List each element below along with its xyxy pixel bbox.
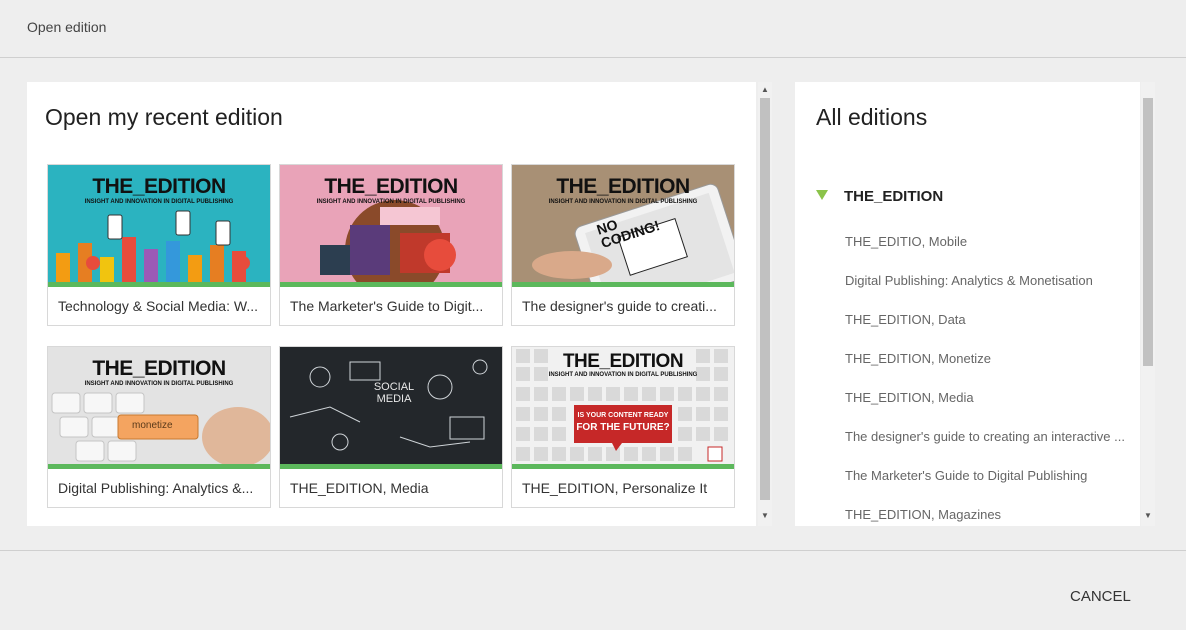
tree-root-label: THE_EDITION — [844, 188, 944, 205]
recent-editions-scrollbar[interactable]: ▲ ▼ — [758, 82, 772, 526]
thumbnail-accent-bar — [280, 464, 502, 469]
edition-logo: THE_EDITION — [562, 351, 684, 372]
expand-caret-icon[interactable] — [816, 190, 828, 200]
edition-card-title: THE_EDITION, Personalize It — [522, 480, 708, 496]
editions-tree-root[interactable]: THE_EDITION — [816, 188, 943, 205]
thumbnail-accent-bar — [48, 282, 270, 287]
scroll-thumb[interactable] — [1143, 98, 1153, 366]
edition-list-item[interactable]: THE_EDITION, Data — [845, 312, 1125, 327]
edition-card[interactable]: THE_EDITION INSIGHT AND INNOVATION IN DI… — [47, 346, 271, 508]
thumbnail-accent-bar — [512, 282, 734, 287]
edition-tagline: INSIGHT AND INNOVATION IN DIGITAL PUBLIS… — [548, 372, 698, 378]
thumbnail-accent-bar — [48, 464, 270, 469]
edition-tagline: INSIGHT AND INNOVATION IN DIGITAL PUBLIS… — [548, 199, 698, 205]
thumbnail-accent-bar — [280, 282, 502, 287]
edition-card[interactable]: THE_EDITION INSIGHT AND INNOVATION IN DI… — [511, 164, 735, 326]
chalkboard-illustration — [289, 359, 488, 451]
scroll-down-arrow-icon[interactable]: ▼ — [1144, 512, 1152, 520]
thumbnail-accent-bar — [512, 464, 734, 469]
edition-card[interactable]: THE_EDITION INSIGHT AND INNOVATION IN DI… — [511, 346, 735, 508]
edition-thumbnail: THE_EDITION INSIGHT AND INNOVATION IN DI… — [512, 347, 734, 464]
mobile-hands-illustration — [56, 210, 250, 282]
scroll-down-arrow-icon[interactable]: ▼ — [761, 512, 769, 520]
recent-editions-panel: Open my recent edition THE_EDITION INSIG… — [27, 82, 756, 526]
edition-card[interactable]: THE_EDITION INSIGHT AND INNOVATION IN DI… — [279, 164, 503, 326]
scroll-up-arrow-icon[interactable]: ▲ — [761, 86, 769, 94]
edition-thumbnail: THE_EDITION INSIGHT AND INNOVATION IN DI… — [512, 165, 734, 282]
edition-list-item[interactable]: THE_EDITION, Monetize — [845, 351, 1125, 366]
recent-editions-heading: Open my recent edition — [45, 104, 283, 130]
dialog-title: Open edition — [27, 19, 107, 35]
future-line-1: IS YOUR CONTENT READY — [577, 412, 669, 419]
social-media-label: SOCIAL MEDIA — [373, 381, 415, 405]
edition-card[interactable]: SOCIAL MEDIA THE_EDITION, Media — [279, 346, 503, 508]
scroll-thumb[interactable] — [760, 98, 770, 500]
edition-thumbnail: SOCIAL MEDIA — [280, 347, 502, 464]
future-line-2: FOR THE FUTURE? — [576, 422, 670, 433]
cancel-button[interactable]: CANCEL — [1060, 586, 1141, 607]
monetize-key-label: monetize — [132, 420, 173, 431]
edition-card-title: The designer's guide to creati... — [522, 298, 717, 314]
edition-card-title: THE_EDITION, Media — [290, 480, 429, 496]
edition-thumbnail: THE_EDITION INSIGHT AND INNOVATION IN DI… — [280, 165, 502, 282]
edition-card[interactable]: THE_EDITION INSIGHT AND INNOVATION IN DI… — [47, 164, 271, 326]
edition-logo: THE_EDITION — [556, 175, 690, 198]
edition-list-item[interactable]: THE_EDITION, Media — [845, 390, 1125, 405]
edition-thumbnail: THE_EDITION INSIGHT AND INNOVATION IN DI… — [48, 165, 270, 282]
edition-thumbnail: THE_EDITION INSIGHT AND INNOVATION IN DI… — [48, 347, 270, 464]
edition-list-item[interactable]: The designer's guide to creating an inte… — [845, 429, 1125, 444]
edition-list-item[interactable]: THE_EDITION, Magazines — [845, 507, 1125, 522]
all-editions-scrollbar[interactable]: ▼ — [1141, 82, 1155, 526]
footer-divider — [0, 550, 1186, 551]
edition-list-item[interactable]: Digital Publishing: Analytics & Monetisa… — [845, 273, 1125, 288]
edition-card-title: Technology & Social Media: W... — [58, 298, 258, 314]
edition-list-item[interactable]: THE_EDITIO, Mobile — [845, 234, 1125, 249]
edition-tagline: INSIGHT AND INNOVATION IN DIGITAL PUBLIS… — [84, 381, 234, 387]
all-editions-heading: All editions — [816, 104, 928, 130]
all-editions-panel: All editions THE_EDITION THE_EDITIO, Mob… — [795, 82, 1140, 526]
edition-card-title: The Marketer's Guide to Digit... — [290, 298, 484, 314]
edition-logo: THE_EDITION — [92, 357, 226, 380]
edition-tagline: INSIGHT AND INNOVATION IN DIGITAL PUBLIS… — [316, 199, 466, 205]
edition-logo: THE_EDITION — [324, 175, 458, 198]
header-divider — [0, 57, 1186, 58]
edition-card-title: Digital Publishing: Analytics &... — [58, 480, 254, 496]
edition-list-item[interactable]: The Marketer's Guide to Digital Publishi… — [845, 468, 1125, 483]
